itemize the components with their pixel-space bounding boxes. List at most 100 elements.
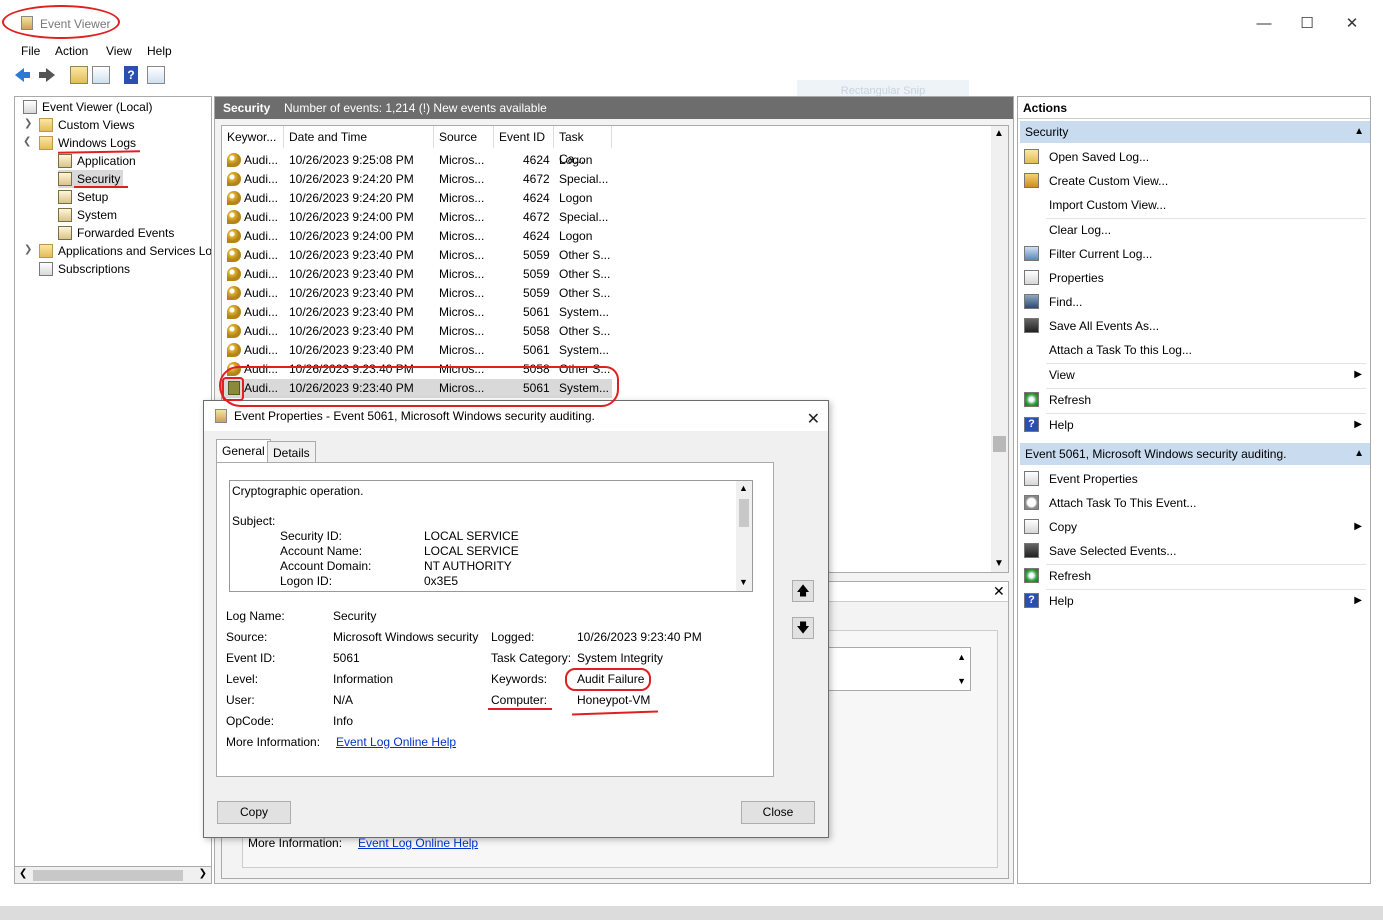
minimize-button[interactable]: — — [1254, 14, 1274, 34]
show-hide-tree-icon[interactable] — [92, 66, 110, 84]
action-item-filter-current-log[interactable]: Filter Current Log... — [1018, 242, 1370, 266]
preview-online-help-link[interactable]: Event Log Online Help — [358, 836, 478, 850]
column-source[interactable]: Source — [434, 126, 494, 148]
maximize-button[interactable]: ☐ — [1297, 14, 1317, 34]
event-id-label: Event ID: — [226, 651, 276, 665]
actions-section-event[interactable]: Event 5061, Microsoft Windows security a… — [1020, 443, 1370, 465]
computer-value: Honeypot-VM — [577, 693, 651, 707]
table-row[interactable]: Audi... 10/26/2023 9:24:00 PM Micros... 467… — [222, 208, 612, 227]
chevron-right-icon[interactable]: ❯ — [24, 118, 34, 129]
menu-help[interactable]: Help — [147, 44, 172, 58]
tab-general[interactable]: General — [216, 439, 271, 463]
menu-action[interactable]: Action — [55, 44, 88, 58]
scroll-thumb[interactable] — [33, 870, 183, 881]
table-row[interactable]: Audi... 10/26/2023 9:23:40 PM Micros... 505… — [222, 246, 612, 265]
tree-setup[interactable]: Setup — [58, 188, 108, 206]
table-row[interactable]: Audi... 10/26/2023 9:23:40 PM Micros... 505… — [222, 265, 612, 284]
folder-icon — [39, 244, 53, 258]
tab-details[interactable]: Details — [267, 441, 316, 463]
tree-custom-views[interactable]: Custom Views — [39, 116, 134, 134]
action-item-attach-a-task-to-this-log[interactable]: Attach a Task To this Log... — [1018, 338, 1370, 362]
action-item-open-saved-log[interactable]: Open Saved Log... — [1018, 145, 1370, 169]
table-row[interactable]: Audi... 10/26/2023 9:24:20 PM Micros... 467… — [222, 170, 612, 189]
table-row[interactable]: Audi... 10/26/2023 9:24:20 PM Micros... 462… — [222, 189, 612, 208]
action-item-save-selected-events[interactable]: Save Selected Events... — [1018, 539, 1370, 563]
action-item-properties[interactable]: Properties — [1018, 266, 1370, 290]
scroll-right-icon[interactable]: ❯ — [199, 868, 207, 879]
forward-icon[interactable] — [38, 66, 56, 84]
scroll-thumb[interactable] — [993, 436, 1006, 452]
column-event-id[interactable]: Event ID — [494, 126, 554, 148]
close-icon[interactable]: ✕ — [993, 583, 1005, 600]
table-row[interactable]: Audi... 10/26/2023 9:24:00 PM Micros... 462… — [222, 227, 612, 246]
back-icon[interactable] — [15, 66, 33, 84]
action-item-refresh[interactable]: Refresh — [1018, 388, 1370, 412]
action-item-event-properties[interactable]: Event Properties — [1018, 467, 1370, 491]
column-date-time[interactable]: Date and Time — [284, 126, 434, 148]
column-keywords[interactable]: Keywor... — [222, 126, 284, 148]
online-help-link[interactable]: Event Log Online Help — [336, 735, 456, 749]
tree-windows-logs[interactable]: Windows Logs — [39, 134, 136, 152]
menu-view[interactable]: View — [106, 44, 132, 58]
scroll-up-icon[interactable]: ▲ — [739, 483, 748, 493]
audit-success-key-icon — [227, 267, 241, 281]
action-item-save-all-events-as[interactable]: Save All Events As... — [1018, 314, 1370, 338]
action-item-find[interactable]: Find... — [1018, 290, 1370, 314]
tree-apps-services[interactable]: Applications and Services Lo — [39, 242, 211, 260]
menu-file[interactable]: File — [21, 44, 40, 58]
scroll-left-icon[interactable]: ❮ — [19, 868, 27, 879]
action-item-copy[interactable]: Copy ▶ — [1018, 515, 1370, 539]
action-item-create-custom-view[interactable]: Create Custom View... — [1018, 169, 1370, 193]
tree-system[interactable]: System — [58, 206, 117, 224]
scroll-down-icon[interactable]: ▼ — [739, 577, 748, 587]
action-item-view[interactable]: View ▶ — [1018, 363, 1370, 387]
scroll-up-icon[interactable]: ▲ — [994, 128, 1004, 139]
tree-horizontal-scrollbar[interactable]: ❮ ❯ — [14, 866, 212, 884]
previous-event-button[interactable]: 🡅 — [792, 580, 814, 602]
table-row[interactable]: Audi... 10/26/2023 9:23:40 PM Micros... 506… — [222, 341, 612, 360]
action-item-import-custom-view[interactable]: Import Custom View... — [1018, 193, 1370, 217]
tree-forwarded-events[interactable]: Forwarded Events — [58, 224, 174, 242]
collapse-icon[interactable]: ▲ — [1354, 443, 1364, 465]
actions-pane: Actions Security ▲ Open Saved Log... Creat… — [1017, 96, 1371, 884]
table-row[interactable]: Audi... 10/26/2023 9:23:40 PM Micros... 505… — [222, 284, 612, 303]
action-item-help[interactable]: ? Help ▶ — [1018, 413, 1370, 437]
description-field-label: Security ID: — [280, 529, 343, 543]
next-event-button[interactable]: 🡇 — [792, 617, 814, 639]
scroll-thumb[interactable] — [739, 499, 749, 527]
action-item-clear-log[interactable]: Clear Log... — [1018, 218, 1370, 242]
collapse-icon[interactable]: ▲ — [1354, 121, 1364, 143]
scroll-up-icon[interactable]: ▲ — [957, 652, 966, 662]
up-folder-icon[interactable] — [70, 66, 88, 84]
log-icon — [58, 172, 72, 186]
show-hide-action-pane-icon[interactable] — [147, 66, 165, 84]
help-icon[interactable]: ? — [124, 66, 138, 84]
scroll-down-icon[interactable]: ▼ — [957, 676, 966, 686]
source-label: Source: — [226, 630, 268, 644]
audit-success-key-icon — [227, 305, 241, 319]
actions-section-security[interactable]: Security ▲ — [1020, 121, 1370, 143]
event-list-scrollbar[interactable]: ▲ ▼ — [991, 126, 1008, 572]
close-window-button[interactable]: ✕ — [1342, 14, 1362, 34]
save-icon — [1024, 318, 1039, 333]
action-item-attach-task-to-this-event[interactable]: Attach Task To This Event... — [1018, 491, 1370, 515]
tree-application[interactable]: Application — [58, 152, 136, 170]
table-row[interactable]: Audi... 10/26/2023 9:23:40 PM Micros... 506… — [222, 303, 612, 322]
action-item-help[interactable]: ? Help ▶ — [1018, 589, 1370, 613]
event-description-box[interactable]: Cryptographic operation. Subject: Securi… — [229, 480, 753, 592]
level-value: Information — [333, 672, 394, 686]
scroll-down-icon[interactable]: ▼ — [994, 558, 1004, 569]
column-task-category[interactable]: Task Ca... — [554, 126, 612, 166]
action-item-refresh[interactable]: Refresh — [1018, 564, 1370, 588]
close-icon[interactable]: ✕ — [807, 405, 820, 435]
close-button[interactable]: Close — [741, 801, 815, 824]
chevron-down-icon[interactable]: ❮ — [23, 136, 33, 147]
copy-button[interactable]: Copy — [217, 801, 291, 824]
tree-root[interactable]: Event Viewer (Local) — [23, 98, 153, 116]
table-row[interactable]: Audi... 10/26/2023 9:25:08 PM Micros... 462… — [222, 151, 612, 170]
event-properties-dialog: Event Properties - Event 5061, Microsoft… — [203, 400, 829, 838]
chevron-right-icon[interactable]: ❯ — [24, 244, 34, 255]
description-scrollbar[interactable]: ▲ ▼ — [736, 481, 752, 591]
table-row[interactable]: Audi... 10/26/2023 9:23:40 PM Micros... 505… — [222, 322, 612, 341]
tree-subscriptions[interactable]: Subscriptions — [39, 260, 130, 278]
